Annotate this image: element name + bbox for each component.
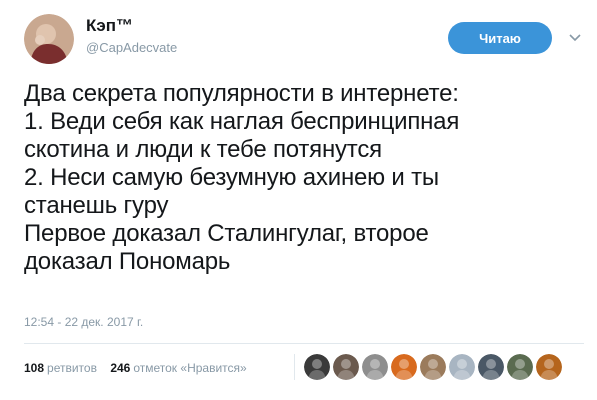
tweet-text-line: 1. Веди себя как наглая беспринципная (24, 108, 460, 135)
tweet-text-line: станешь гуру (24, 192, 169, 219)
tweet-text-line: скотина и люди к тебе потянутся (24, 136, 382, 163)
tweet-header: Кэп™ @CapAdecvate Читаю (0, 0, 597, 70)
tweet-text-line: Два секрета популярности в интернете: (24, 80, 459, 107)
tweet-timestamp[interactable]: 12:54 - 22 дек. 2017 г. (24, 314, 143, 330)
tweet-stats: 108 ретвитов 246 отметок «Нравится» (24, 360, 257, 376)
tweet-text-line: Первое доказал Сталингулаг, второе (24, 220, 429, 247)
liker-avatar-icon[interactable] (420, 354, 446, 380)
liker-avatar-icon[interactable] (362, 354, 388, 380)
retweets-count: 108 (24, 361, 45, 375)
liker-avatar-icon[interactable] (536, 354, 562, 380)
liker-avatar-icon[interactable] (304, 354, 330, 380)
chevron-down-icon[interactable] (566, 28, 584, 46)
user-avatar-icon[interactable] (24, 14, 74, 64)
liker-avatar-icon[interactable] (449, 354, 475, 380)
likers-avatars (304, 354, 562, 380)
divider (24, 343, 584, 344)
tweet-text: Два секрета популярности в интернете: 1.… (24, 80, 584, 276)
liker-avatar-icon[interactable] (478, 354, 504, 380)
liker-avatar-icon[interactable] (507, 354, 533, 380)
author-display-name[interactable]: Кэп™ (86, 16, 133, 36)
likes-count: 246 (110, 361, 131, 375)
author-handle[interactable]: @CapAdecvate (86, 40, 177, 56)
retweets-stat[interactable]: 108 ретвитов (24, 360, 97, 376)
liker-avatar-icon[interactable] (333, 354, 359, 380)
tweet-text-line: 2. Неси самую безумную ахинею и ты (24, 164, 439, 191)
retweets-label: ретвитов (47, 361, 97, 375)
likes-label: отметок «Нравится» (133, 361, 247, 375)
liker-avatar-icon[interactable] (391, 354, 417, 380)
stats-separator (294, 354, 295, 380)
tweet-text-line: доказал Пономарь (24, 248, 231, 275)
following-button[interactable]: Читаю (448, 22, 552, 54)
likes-stat[interactable]: 246 отметок «Нравится» (110, 360, 246, 376)
